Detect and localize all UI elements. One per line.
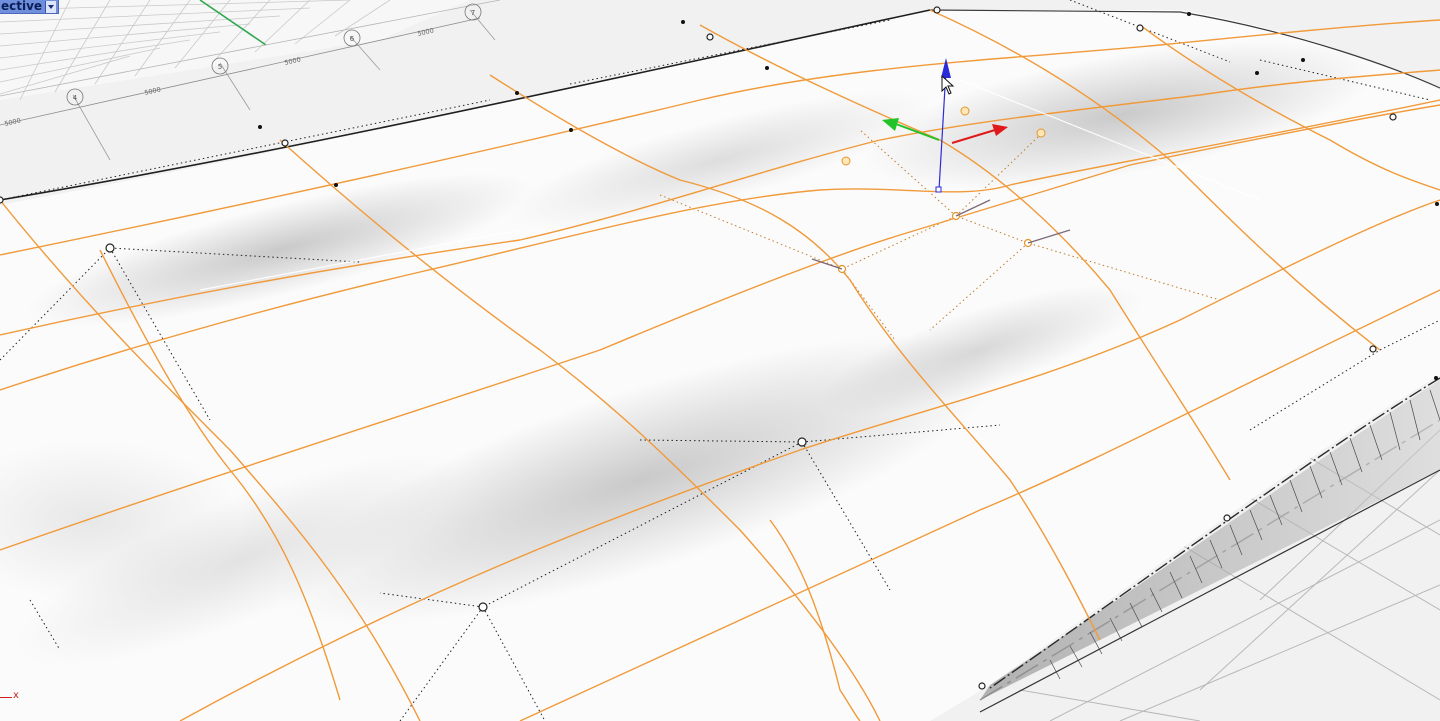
x-axis-indicator-line <box>0 697 12 698</box>
grid-label-4: 4 <box>73 94 78 102</box>
control-point[interactable] <box>478 602 488 612</box>
control-point[interactable] <box>706 33 714 41</box>
viewport-title-tab[interactable]: ective <box>0 0 60 14</box>
control-point[interactable] <box>1369 345 1377 353</box>
perspective-viewport[interactable]: 4 5 6 7 5000 5000 5000 5000 ective x <box>0 0 1440 721</box>
gumball-origin-handle[interactable] <box>935 186 942 193</box>
grid-label-6: 6 <box>350 35 355 43</box>
control-point[interactable] <box>1389 113 1397 121</box>
x-axis-label: x <box>13 690 19 701</box>
3d-scene[interactable]: 4 5 6 7 5000 5000 5000 5000 <box>0 0 1440 721</box>
selected-point[interactable] <box>960 106 970 116</box>
grid-label-7: 7 <box>471 9 475 17</box>
selected-point[interactable] <box>841 156 851 166</box>
control-point[interactable] <box>797 437 807 447</box>
control-point[interactable] <box>281 139 289 147</box>
selected-point[interactable] <box>1036 128 1046 138</box>
viewport-title[interactable]: ective <box>0 0 42 13</box>
control-point[interactable] <box>1223 514 1231 522</box>
control-point[interactable] <box>978 682 986 690</box>
grid-label-5: 5 <box>218 63 222 71</box>
control-point[interactable] <box>933 6 941 14</box>
control-point[interactable] <box>105 243 115 253</box>
chevron-down-icon[interactable] <box>45 0 57 13</box>
control-point[interactable] <box>1136 24 1144 32</box>
control-point[interactable] <box>0 196 4 204</box>
